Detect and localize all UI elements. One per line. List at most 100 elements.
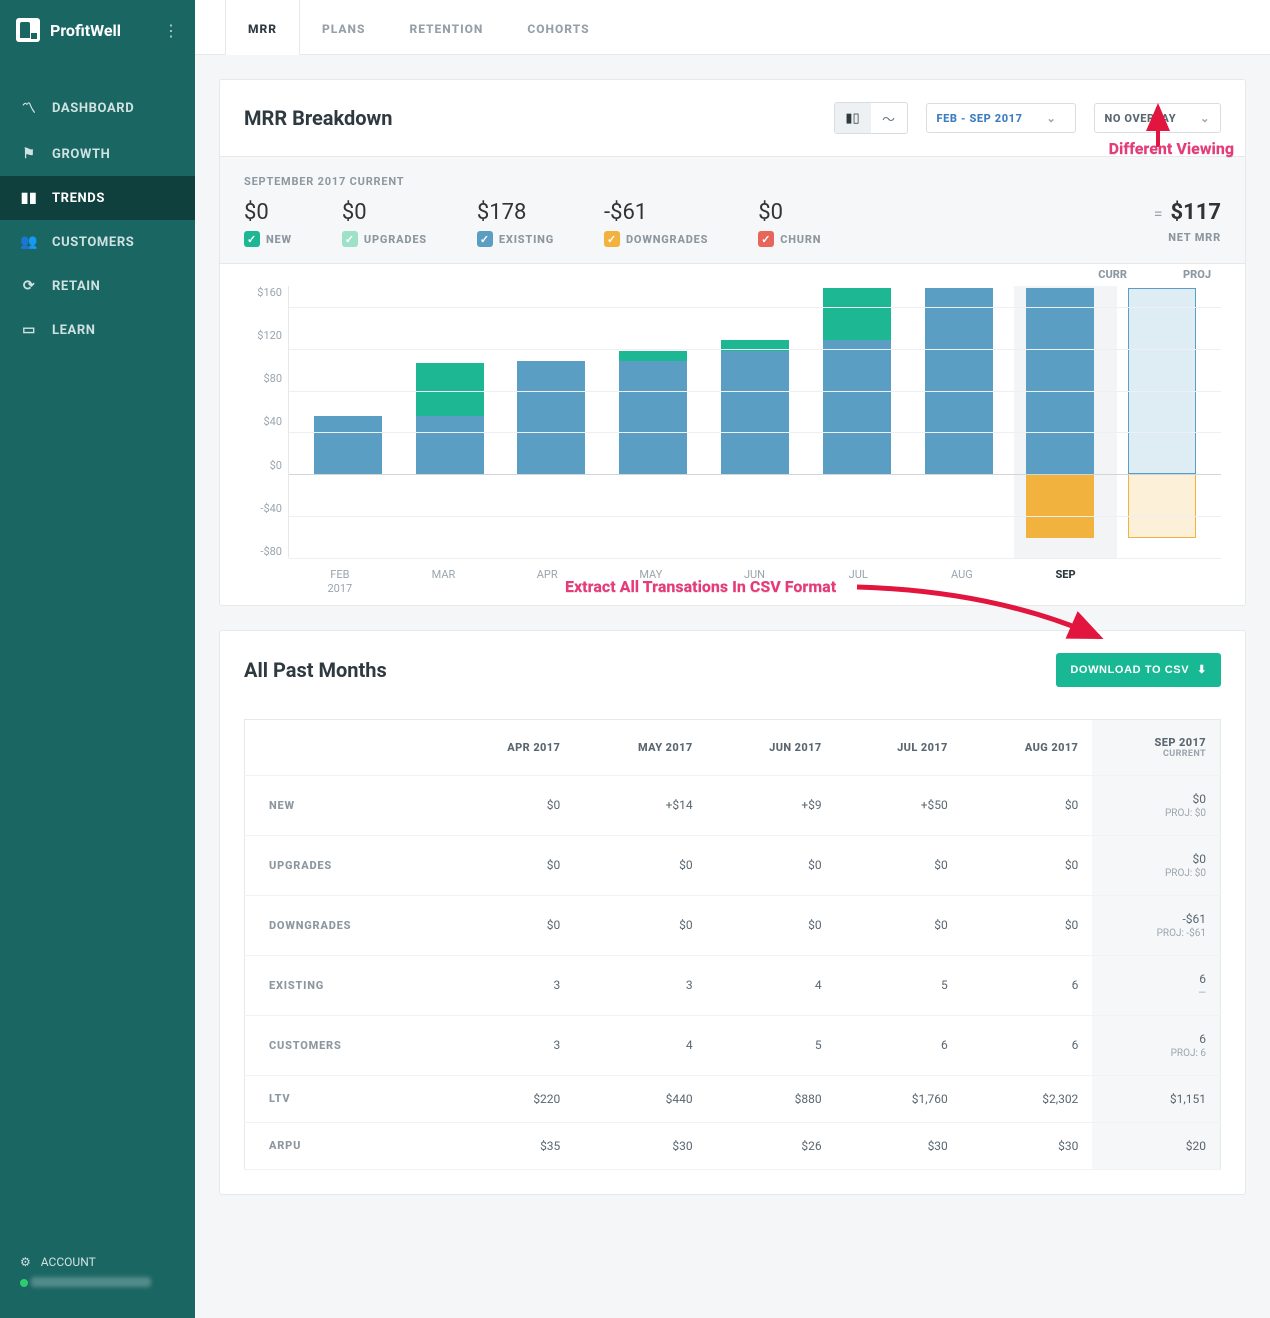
- table-body: NEW$0+$14+$9+$50$0$0PROJ: $0UPGRADES$0$0…: [245, 775, 1221, 1169]
- table-cell-current: 6—: [1092, 955, 1220, 1015]
- chart-bar[interactable]: [1009, 286, 1111, 558]
- x-tick: JUN: [703, 558, 807, 597]
- chart-bar[interactable]: [602, 286, 704, 558]
- table-cell: $35: [445, 1122, 575, 1169]
- row-label: NEW: [245, 775, 445, 835]
- sidebar-item-trends[interactable]: ▮▮ TRENDS: [0, 176, 195, 220]
- chart-bar[interactable]: [704, 286, 806, 558]
- table-cell: $30: [836, 1122, 962, 1169]
- checkbox-churn[interactable]: [758, 231, 774, 247]
- table-row: UPGRADES$0$0$0$0$0$0PROJ: $0: [245, 835, 1221, 895]
- card-header: All Past Months DOWNLOAD TO CSV ⬇: [220, 631, 1245, 709]
- stat-new: $0 NEW: [244, 200, 292, 247]
- flag-icon: ⚑: [20, 146, 38, 162]
- tab-retention[interactable]: RETENTION: [387, 0, 505, 54]
- chart-bar[interactable]: [399, 286, 501, 558]
- sidebar-item-account[interactable]: ⚙ ACCOUNT: [20, 1255, 175, 1269]
- x-tick: JUL: [806, 558, 910, 597]
- x-tick: [1117, 558, 1221, 597]
- brand-menu-icon[interactable]: ⋮: [163, 21, 179, 40]
- checkbox-downgrades[interactable]: [604, 231, 620, 247]
- checkbox-upgrades[interactable]: [342, 231, 358, 247]
- table-cell: 5: [707, 1015, 836, 1075]
- table-cell-current: $0PROJ: $0: [1092, 835, 1220, 895]
- sidebar-item-growth[interactable]: ⚑ GROWTH: [0, 132, 195, 176]
- table-cell: $880: [707, 1075, 836, 1122]
- table-header: JUL 2017: [836, 719, 962, 775]
- download-csv-button[interactable]: DOWNLOAD TO CSV ⬇: [1056, 653, 1221, 687]
- chart-type-bar-button[interactable]: ▮▯: [835, 103, 871, 133]
- table-cell: 3: [445, 955, 575, 1015]
- table-cell: $2,302: [962, 1075, 1093, 1122]
- table-cell: 4: [707, 955, 836, 1015]
- plot-area: [288, 286, 1221, 558]
- sidebar-item-dashboard[interactable]: 〽 DASHBOARD: [0, 84, 195, 132]
- curr-label: CURR: [1098, 268, 1127, 281]
- proj-label: PROJ: [1183, 268, 1211, 281]
- stat-churn: $0 CHURN: [758, 200, 821, 247]
- table-cell: 6: [836, 1015, 962, 1075]
- bars: [289, 286, 1221, 558]
- x-tick: MAR: [392, 558, 496, 597]
- sidebar-item-customers[interactable]: 👥 CUSTOMERS: [0, 220, 195, 264]
- download-icon: ⬇: [1197, 663, 1207, 676]
- stat-strip: SEPTEMBER 2017 CURRENT $0 NEW $0 UPGRADE…: [220, 156, 1245, 264]
- past-months-table: APR 2017MAY 2017JUN 2017JUL 2017AUG 2017…: [244, 719, 1221, 1170]
- table-header: AUG 2017: [962, 719, 1093, 775]
- table-cell: 6: [962, 1015, 1093, 1075]
- y-axis: $160$120$80$40$0-$40-$80: [244, 286, 288, 558]
- checkbox-existing[interactable]: [477, 231, 493, 247]
- row-label: UPGRADES: [245, 835, 445, 895]
- x-tick: MAY: [599, 558, 703, 597]
- table-row: EXISTING334566—: [245, 955, 1221, 1015]
- stat-value: $0: [244, 200, 292, 225]
- table-cell-current: $1,151: [1092, 1075, 1220, 1122]
- chart-bar[interactable]: [297, 286, 399, 558]
- table-cell: $30: [574, 1122, 706, 1169]
- table-row: LTV$220$440$880$1,760$2,302$1,151: [245, 1075, 1221, 1122]
- chart-bar[interactable]: [908, 286, 1010, 558]
- date-range-dropdown[interactable]: FEB - SEP 2017 ⌄: [926, 103, 1076, 133]
- tab-cohorts[interactable]: COHORTS: [505, 0, 611, 54]
- chart-body: $160$120$80$40$0-$40-$80: [244, 286, 1221, 558]
- stat-downgrades: -$61 DOWNGRADES: [604, 200, 708, 247]
- chart-type-toggle: ▮▯ 〜: [834, 102, 908, 134]
- net-label: NET MRR: [1154, 231, 1221, 244]
- account-label: ACCOUNT: [41, 1255, 96, 1269]
- x-tick: FEB2017: [288, 558, 392, 597]
- table-header: MAY 2017: [574, 719, 706, 775]
- tab-mrr[interactable]: MRR: [225, 0, 300, 55]
- x-tick: AUG: [910, 558, 1014, 597]
- chart-type-line-button[interactable]: 〜: [871, 103, 907, 133]
- equals-icon: =: [1154, 204, 1163, 223]
- stat-value: -$61: [604, 200, 708, 225]
- table-header: APR 2017: [445, 719, 575, 775]
- bar-chart-icon: ▮▮: [20, 190, 38, 206]
- chevron-down-icon: ⌄: [1200, 112, 1210, 125]
- table-header-row: APR 2017MAY 2017JUN 2017JUL 2017AUG 2017…: [245, 719, 1221, 775]
- y-tick: $160: [244, 286, 282, 299]
- table-header: JUN 2017: [707, 719, 836, 775]
- overlay-dropdown[interactable]: NO OVERLAY ⌄: [1094, 103, 1222, 133]
- stat-existing: $178 EXISTING: [477, 200, 554, 247]
- tab-plans[interactable]: PLANS: [300, 0, 387, 54]
- y-tick: $0: [244, 459, 282, 472]
- checkbox-new[interactable]: [244, 231, 260, 247]
- table-cell: $220: [445, 1075, 575, 1122]
- brand-name: ProfitWell: [50, 21, 121, 40]
- sidebar-item-label: GROWTH: [52, 147, 110, 162]
- sidebar-item-learn[interactable]: ▭ LEARN: [0, 308, 195, 352]
- table-cell: $0: [707, 895, 836, 955]
- sidebar: ProfitWell ⋮ 〽 DASHBOARD ⚑ GROWTH ▮▮ TRE…: [0, 0, 195, 1318]
- chart-bar[interactable]: [1111, 286, 1213, 558]
- refresh-icon: ⟳: [20, 278, 38, 294]
- x-tick: SEP: [1014, 558, 1118, 597]
- gear-icon: ⚙: [20, 1255, 31, 1269]
- chart-bar[interactable]: [501, 286, 603, 558]
- sidebar-item-retain[interactable]: ⟳ RETAIN: [0, 264, 195, 308]
- table-cell: $0: [445, 895, 575, 955]
- chart-bar[interactable]: [806, 286, 908, 558]
- y-tick: -$40: [244, 502, 282, 515]
- table-cell: $0: [707, 835, 836, 895]
- stat-net: =$117 NET MRR: [1154, 200, 1221, 244]
